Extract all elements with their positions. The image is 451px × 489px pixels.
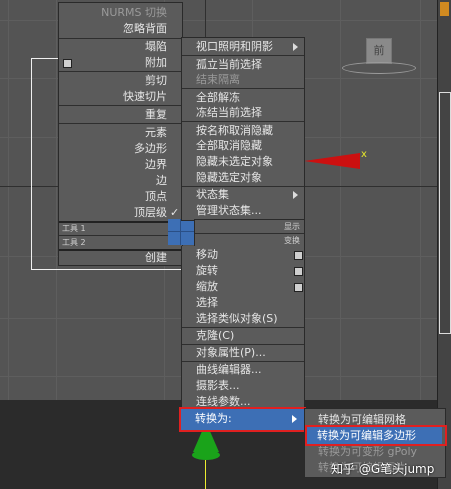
quad-header-right: 显示 变换 [194,219,305,248]
transform-label: 变换 [284,236,300,245]
menu-item-ignore-backfacing[interactable]: 忽略背面 [59,21,167,36]
menu-item-hide-unselected[interactable]: 隐藏未选定对象 [196,154,273,169]
menu-item-create[interactable]: 创建 [59,250,167,265]
menu-item-cut[interactable]: 剪切 [59,73,167,88]
menu-item-viewport-lighting[interactable]: 视口照明和阴影 [196,39,273,54]
display-label: 显示 [284,222,300,231]
menu-item-select-similar[interactable]: 选择类似对象(S) [196,311,278,326]
menu-item-manage-state-sets[interactable]: 管理状态集... [196,203,262,218]
menu-item-convert-gpoly[interactable]: 转换为可变形 gPoly [318,444,417,459]
check-icon: ✓ [170,206,180,219]
watermark: 知乎 @G笔头jump [331,462,435,476]
annotation-frame-editable-poly [305,425,447,446]
move-settings-icon[interactable] [294,251,303,260]
menu-item-border[interactable]: 边界 [59,157,167,172]
menu-item-dope-sheet[interactable]: 摄影表... [196,378,240,393]
viewcube-ring [342,62,416,74]
menu-item-collapse[interactable]: 塌陷 [59,39,167,54]
rotate-settings-icon[interactable] [294,267,303,276]
menu-item-unhide-all[interactable]: 全部取消隐藏 [196,138,262,153]
menu-item-scale[interactable]: 缩放 [196,279,218,294]
menu-item-rotate[interactable]: 旋转 [196,263,218,278]
menu-item-object-properties[interactable]: 对象属性(P)... [196,345,266,360]
menu-item-quickslice[interactable]: 快速切片 [59,89,167,104]
menu-item-element[interactable]: 元素 [59,125,167,140]
annotation-frame-convert-to [179,407,306,432]
menu-item-polygon[interactable]: 多边形 [59,141,167,156]
submenu-arrow-icon [293,191,298,199]
menu-item-select[interactable]: 选择 [196,295,218,310]
menu-item-move[interactable]: 移动 [196,247,218,262]
menu-item-state-sets[interactable]: 状态集 [196,187,229,202]
menu-item-hide-selection[interactable]: 隐藏选定对象 [196,170,262,185]
menu-item-curve-editor[interactable]: 曲线编辑器... [196,362,262,377]
menu-item-clone[interactable]: 克隆(C) [196,328,234,343]
gizmo-x-arrow-icon[interactable] [304,153,360,169]
menu-item-top-level[interactable]: 顶层级 [59,205,167,220]
menu-item-end-isolate[interactable]: 结束隔离 [196,72,240,87]
submenu-arrow-icon [293,43,298,51]
menu-item-nurms-toggle[interactable]: NURMS 切换 [59,5,167,20]
tools1-label: 工具 1 [62,224,86,233]
quad-menu-bottom-right: 移动 旋转 缩放 选择 选择类似对象(S) 克隆(C) 对象属性(P)... 曲… [181,246,305,409]
viewcube-icon[interactable]: 前 [366,38,392,64]
quad-center-selector[interactable] [168,219,194,245]
quad-menu-top-left: NURMS 切换 忽略背面 塌陷 附加 剪切 快速切片 重复 元素 多边形 边界… [58,2,183,266]
menu-item-isolate-selection[interactable]: 孤立当前选择 [196,57,262,72]
menu-item-unhide-by-name[interactable]: 按名称取消隐藏 [196,123,273,138]
menu-item-freeze-selection[interactable]: 冻结当前选择 [196,105,262,120]
menu-item-edge[interactable]: 边 [59,173,167,188]
menu-item-unfreeze-all[interactable]: 全部解冻 [196,90,240,105]
menu-item-vertex[interactable]: 顶点 [59,189,167,204]
quad-menu-top-right: 视口照明和阴影 孤立当前选择 结束隔离 全部解冻 冻结当前选择 按名称取消隐藏 … [181,37,305,221]
scale-settings-icon[interactable] [294,283,303,292]
tools2-label: 工具 2 [62,238,86,247]
gizmo-x-label: x [361,149,367,160]
menu-item-attach[interactable]: 附加 [59,55,167,70]
menu-item-repeat[interactable]: 重复 [59,107,167,122]
